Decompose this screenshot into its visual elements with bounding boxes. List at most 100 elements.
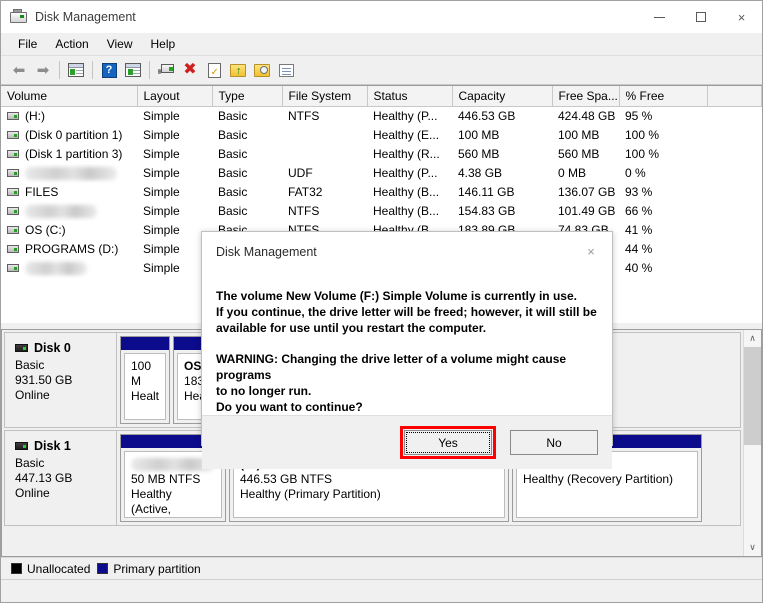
menu-file[interactable]: File xyxy=(9,35,46,53)
column-header-type[interactable]: Type xyxy=(212,86,283,107)
forward-icon[interactable]: ➡ xyxy=(31,58,55,82)
cell-percent-free: 100 % xyxy=(625,128,660,142)
dialog-line-3: available for use until you restart the … xyxy=(216,321,487,335)
cell-free-space: 560 MB xyxy=(558,147,600,161)
column-header-capacity[interactable]: Capacity xyxy=(452,86,553,107)
column-header-free-space[interactable]: Free Spa... xyxy=(552,86,620,107)
cell-layout: Simple xyxy=(143,147,180,161)
properties-doc-icon[interactable]: ✓ xyxy=(202,58,226,82)
cell-spacer xyxy=(707,183,762,202)
volume-drive-icon xyxy=(7,226,19,234)
volume-drive-icon xyxy=(7,112,19,121)
dialog-line-2: If you continue, the drive letter will b… xyxy=(216,305,597,319)
disk-drive-icon xyxy=(10,8,28,26)
cell-status: Healthy (B... xyxy=(373,204,440,218)
unallocated-swatch-icon xyxy=(11,563,22,574)
volume-name: (Disk 0 partition 1) xyxy=(25,128,123,142)
table-row[interactable]: (Disk 0 partition 1) Simple Basic Healthy (… xyxy=(1,126,762,145)
column-header-volume[interactable]: Volume xyxy=(1,86,138,107)
toolbar: ⬅ ➡ ? ✖ ✓ ↑ xyxy=(1,56,762,85)
table-row[interactable]: FILES Simple Basic FAT32 Healthy (B... 146.11… xyxy=(1,183,762,202)
menu-view[interactable]: View xyxy=(98,35,142,53)
partition-size: 100 M xyxy=(131,359,152,388)
cell-percent-free: 40 % xyxy=(625,261,653,275)
cell-capacity: 154.83 GB xyxy=(458,204,516,218)
scrollbar-track[interactable] xyxy=(744,347,761,539)
cell-capacity: 446.53 GB xyxy=(458,109,516,124)
help-icon[interactable]: ? xyxy=(97,58,121,82)
cell-type: Basic xyxy=(218,185,248,199)
search-folder-icon[interactable] xyxy=(250,58,274,82)
cell-layout: Simple xyxy=(143,128,180,142)
partition-block[interactable]: 100 M Healt xyxy=(120,336,171,424)
volume-drive-icon xyxy=(7,188,19,196)
cell-percent-free: 93 % xyxy=(625,185,653,199)
yes-button[interactable]: Yes xyxy=(404,430,492,455)
scroll-down-button[interactable]: ∨ xyxy=(744,539,761,556)
window-title: Disk Management xyxy=(35,10,136,24)
cell-layout: Simple xyxy=(143,185,180,199)
back-icon[interactable]: ⬅ xyxy=(7,58,31,82)
cell-spacer xyxy=(707,240,762,259)
cell-percent-free: 66 % xyxy=(625,204,653,218)
dialog-line-1: The volume New Volume (F:) Simple Volume… xyxy=(216,289,577,303)
dialog-close-icon[interactable]: × xyxy=(576,240,606,262)
cell-type: Basic xyxy=(218,166,248,180)
delete-icon[interactable]: ✖ xyxy=(178,58,202,82)
cell-volume: OS (C:) xyxy=(1,221,137,240)
cell-type: Basic xyxy=(218,128,248,142)
scrollbar-thumb[interactable] xyxy=(744,347,761,445)
rescan-disks-icon[interactable] xyxy=(154,58,178,82)
partition-status: Healthy (Primary Partition) xyxy=(240,487,381,501)
cell-type: Basic xyxy=(218,147,248,161)
disk-size: 931.50 GB xyxy=(15,373,73,387)
column-header-file-system[interactable]: File System xyxy=(282,86,368,107)
cell-percent-free: 44 % xyxy=(625,242,653,256)
column-header-layout[interactable]: Layout xyxy=(137,86,213,107)
cell-volume: (H:) xyxy=(1,107,137,126)
scroll-up-button[interactable]: ∧ xyxy=(744,330,761,347)
cell-spacer xyxy=(707,107,762,126)
cell-free-space: 101.49 GB xyxy=(558,204,616,218)
menu-action[interactable]: Action xyxy=(46,35,97,53)
partition-size: 50 MB NTFS xyxy=(131,472,201,486)
disk-state: Online xyxy=(15,388,50,402)
menu-help[interactable]: Help xyxy=(142,35,185,53)
cell-layout: Simple xyxy=(143,109,180,124)
cell-spacer xyxy=(707,259,762,278)
dialog-warning-line-2: to no longer run. xyxy=(216,384,312,398)
volume-drive-icon xyxy=(7,131,19,139)
column-header-percent-free[interactable]: % Free xyxy=(619,86,708,107)
toolbar-separator xyxy=(149,61,150,79)
minimize-button[interactable] xyxy=(639,1,680,33)
show-hide-console-tree-icon[interactable] xyxy=(64,58,88,82)
export-list-icon[interactable]: ↑ xyxy=(226,58,250,82)
disk-management-dialog: Disk Management × The volume New Volume … xyxy=(201,231,613,469)
no-button[interactable]: No xyxy=(510,430,598,455)
table-row[interactable]: (H:) Simple Basic NTFS Healthy (P... 446.53 G… xyxy=(1,107,762,126)
cell-spacer xyxy=(707,145,762,164)
dialog-title: Disk Management xyxy=(216,245,317,259)
cell-file-system xyxy=(282,126,367,145)
status-bar xyxy=(1,579,762,602)
show-hide-action-pane-icon[interactable] xyxy=(121,58,145,82)
close-button[interactable]: × xyxy=(721,1,762,33)
cell-type: Basic xyxy=(218,204,248,218)
volume-name: (H:) xyxy=(25,109,45,124)
disk-pane-scrollbar[interactable]: ∧ ∨ xyxy=(743,330,761,556)
cell-status: Healthy (P... xyxy=(373,109,438,124)
yes-button-highlight: Yes xyxy=(400,426,496,459)
cell-layout: Simple xyxy=(143,204,180,218)
table-row[interactable]: Simple Basic UDF Healthy (P... 4.38 GB 0 MB 0 … xyxy=(1,164,762,183)
maximize-button[interactable] xyxy=(680,1,721,33)
view-options-icon[interactable] xyxy=(274,58,298,82)
disk-size: 447.13 GB xyxy=(15,471,73,485)
legend-label-unallocated: Unallocated xyxy=(27,561,91,576)
partition-status: Healthy (Recovery Partition) xyxy=(523,472,674,486)
cell-spacer xyxy=(707,221,762,240)
table-row[interactable]: Simple Basic NTFS Healthy (B... 154.83 GB 101… xyxy=(1,202,762,221)
column-header-status[interactable]: Status xyxy=(367,86,453,107)
table-row[interactable]: (Disk 1 partition 3) Simple Basic Healthy (… xyxy=(1,145,762,164)
cell-status: Healthy (P... xyxy=(373,166,438,180)
cell-percent-free: 100 % xyxy=(625,147,660,161)
